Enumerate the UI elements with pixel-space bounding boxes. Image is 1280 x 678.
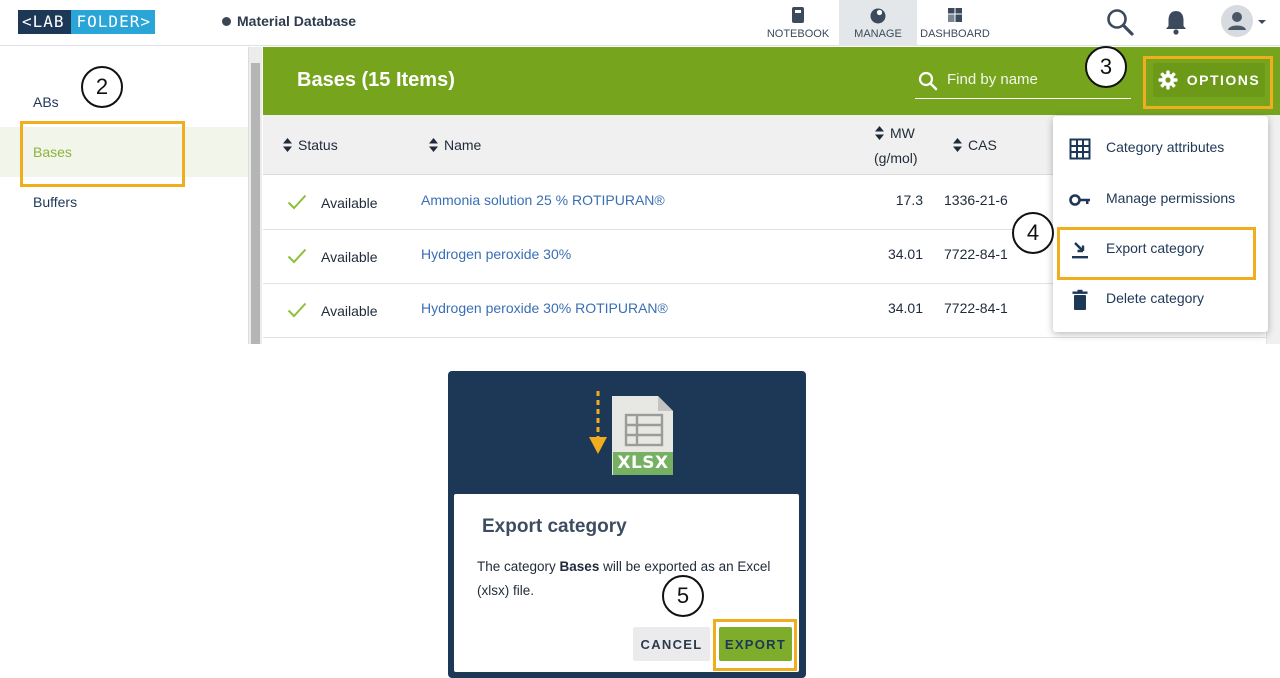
column-header-status[interactable]: Status [283,137,338,153]
column-header-mw-unit: (g/mol) [874,150,918,166]
dialog-message: The category Bases will be exported as a… [477,555,777,603]
step-marker-3: 3 [1085,46,1127,88]
cas-cell: 1336-21-6 [944,192,1008,208]
column-label: Name [444,137,482,153]
trash-icon [1072,289,1088,310]
dialog-card: Export category The category Bases will … [454,494,799,672]
cancel-button[interactable]: CANCEL [633,627,710,661]
check-icon [287,248,307,264]
mw-cell: 17.3 [895,192,923,208]
nav-label: NOTEBOOK [766,28,830,40]
menu-item-label: Delete category [1106,290,1205,306]
chevron-down-icon [1258,20,1266,24]
options-button[interactable]: OPTIONS [1153,63,1265,97]
mw-cell: 34.01 [887,246,923,262]
menu-item-label: Manage permissions [1106,190,1236,206]
sort-icon [283,138,292,152]
nav-manage[interactable]: MANAGE [839,0,917,46]
category-sidebar: ABs Bases Buffers [0,47,248,344]
mw-cell: 34.01 [887,300,923,316]
menu-item-manage-permissions[interactable]: Manage permissions [1053,174,1268,224]
nav-dashboard[interactable]: DASHBOARD [916,0,994,46]
column-header-cas[interactable]: CAS [953,137,997,153]
search-icon[interactable] [1104,6,1136,38]
column-label: MW [890,125,915,141]
nav-notebook[interactable]: NOTEBOOK [759,0,837,46]
sort-icon [875,126,884,140]
sort-icon [429,138,438,152]
export-button[interactable]: EXPORT [719,627,792,661]
bell-icon[interactable] [1160,6,1192,38]
menu-item-export-category[interactable]: Export category [1053,224,1268,274]
material-name-link[interactable]: Ammonia solution 25 % ROTIPURAN® [421,176,665,230]
page-title: Material Database [222,13,356,29]
status-cell: Available [321,195,378,211]
labfolder-logo[interactable]: <LAB FOLDER> [18,10,155,34]
user-menu[interactable] [1220,4,1270,40]
app-screenshot: <LAB FOLDER> Material Database NOTEBOOK … [0,0,1280,344]
step-marker-2: 2 [81,66,123,108]
logo-right-text: FOLDER> [70,10,155,34]
menu-item-label: Export category [1106,240,1205,256]
top-bar: <LAB FOLDER> Material Database NOTEBOOK … [0,0,1280,46]
xlsx-badge-text: XLSX [617,453,669,473]
step-marker-4: 4 [1012,212,1054,254]
nav-label: DASHBOARD [920,28,990,40]
grid-icon [1069,138,1091,160]
category-title: Bases (15 Items) [297,69,455,91]
scrollbar-thumb[interactable] [251,63,260,344]
dashboard-icon [948,8,962,22]
sidebar-item-abs[interactable]: ABs [0,77,248,127]
column-header-mw[interactable]: MW [875,125,915,141]
dialog-illustration: XLSX [456,377,798,494]
notebook-icon [792,7,804,23]
sidebar-scrollbar[interactable] [248,47,262,344]
sidebar-item-buffers[interactable]: Buffers [0,177,248,227]
menu-item-delete-category[interactable]: Delete category [1053,274,1268,324]
column-label: Status [298,137,338,153]
dialog-category-name: Bases [559,559,600,574]
nav-label: MANAGE [854,28,902,40]
column-header-name[interactable]: Name [429,137,481,153]
export-icon [1072,242,1088,259]
manage-icon [870,8,886,24]
column-label: CAS [968,137,997,153]
category-header: Bases (15 Items) Find by name OPTIONS [263,47,1280,115]
dialog-title: Export category [482,516,627,537]
material-name-link[interactable]: Hydrogen peroxide 30% ROTIPURAN® [421,284,668,338]
menu-item-category-attributes[interactable]: Category attributes [1053,123,1268,173]
gear-icon [1158,70,1178,90]
database-dot-icon [222,16,231,26]
check-icon [287,302,307,318]
cas-cell: 7722-84-1 [944,300,1008,316]
column-unit-label: (g/mol) [874,150,918,166]
export-dialog: XLSX Export category The category Bases … [448,371,806,678]
options-label: OPTIONS [1186,72,1261,88]
key-icon [1069,194,1090,206]
table-scrollbar[interactable] [1266,115,1280,344]
cas-cell: 7722-84-1 [944,246,1008,262]
dialog-message-prefix: The category [477,559,560,574]
status-cell: Available [321,303,378,319]
options-menu: Category attributes Manage permissions E… [1053,116,1268,332]
sidebar-item-bases[interactable]: Bases [0,127,248,177]
check-icon [287,194,307,210]
search-icon [918,71,938,91]
page-title-text: Material Database [237,13,357,29]
step-marker-5: 5 [662,575,704,617]
sort-icon [953,138,962,152]
material-name-link[interactable]: Hydrogen peroxide 30% [421,230,571,284]
logo-left-text: <LAB [18,10,71,34]
avatar [1221,5,1253,37]
menu-item-label: Category attributes [1106,139,1225,155]
xlsx-file-icon [589,391,673,475]
status-cell: Available [321,249,378,265]
